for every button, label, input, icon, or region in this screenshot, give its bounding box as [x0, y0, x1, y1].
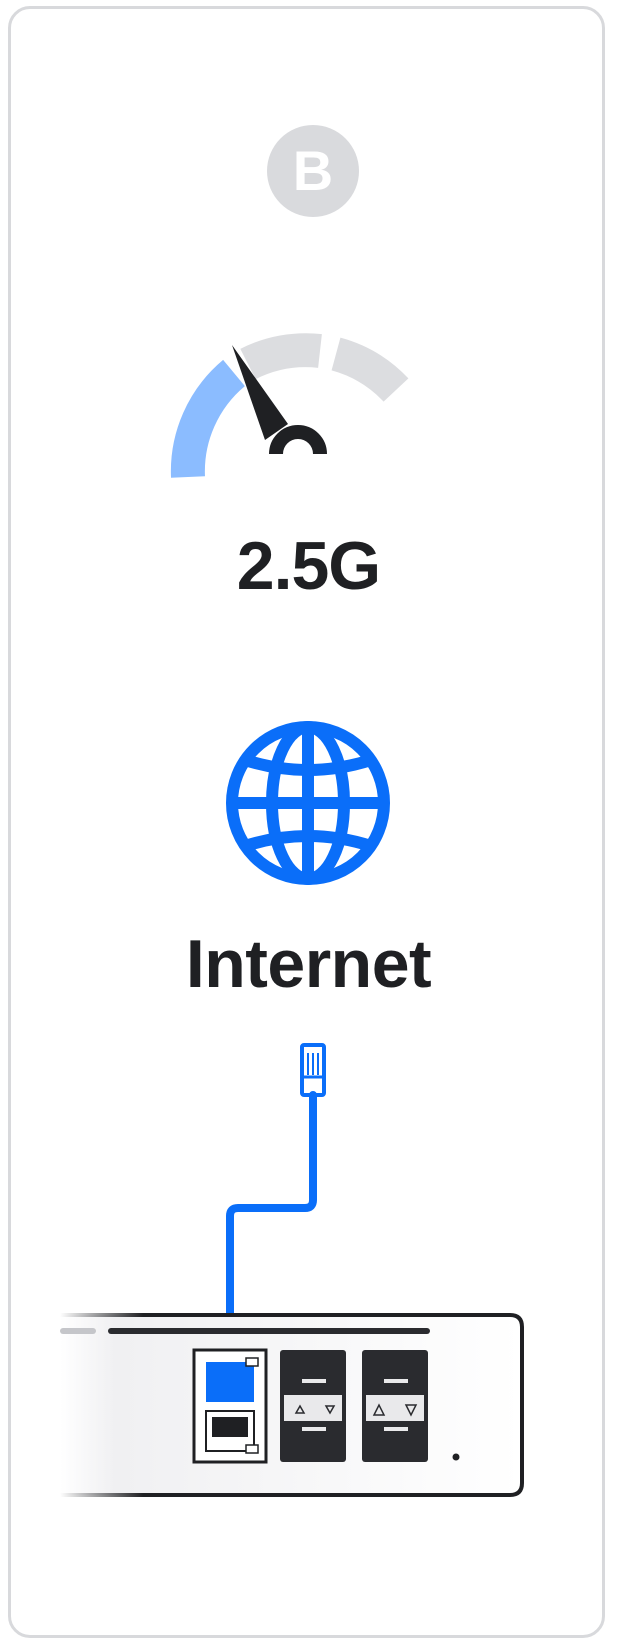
wan-port: [206, 1357, 259, 1402]
ethernet-cable: [226, 1091, 317, 1339]
gauge-hub: [269, 425, 327, 455]
speed-label: 2.5G: [236, 528, 381, 604]
step-badge: B: [267, 125, 359, 217]
sfp-port: [280, 1350, 346, 1462]
reset-pinhole: [452, 1453, 460, 1461]
gauge-fill-segment: [170, 359, 246, 478]
gauge-track-segment: [331, 337, 409, 403]
lan-port: [205, 1410, 259, 1454]
sfp-port: [362, 1350, 428, 1462]
ethernet-plug-icon: [300, 1043, 326, 1097]
router-device: [60, 1043, 524, 1497]
gauge-track-segment: [240, 333, 322, 380]
globe-icon: [226, 721, 390, 885]
speedometer-icon: [170, 333, 409, 478]
internet-label: Internet: [185, 926, 432, 1002]
